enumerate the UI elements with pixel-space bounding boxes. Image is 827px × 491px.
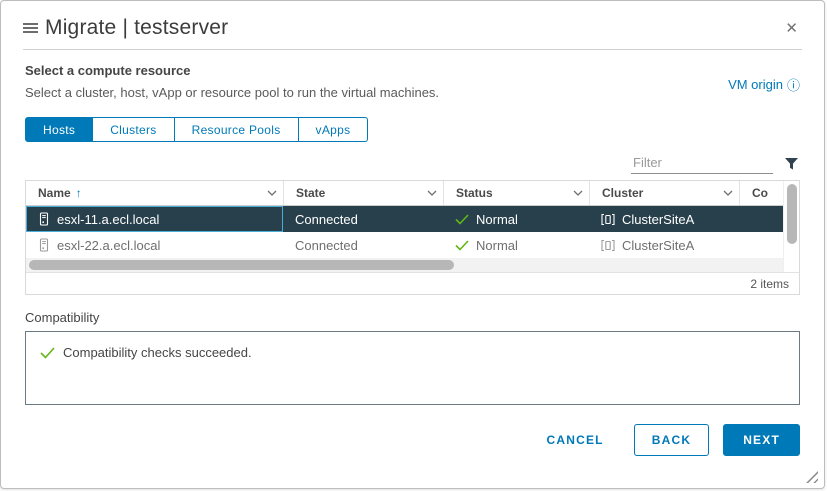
- next-button[interactable]: NEXT: [723, 424, 800, 456]
- tab-hosts[interactable]: Hosts: [25, 117, 94, 142]
- horizontal-scrollbar-thumb[interactable]: [29, 260, 454, 270]
- cluster-cell: ClusterSiteA: [589, 206, 739, 232]
- intro-section: Select a compute resource Select a clust…: [25, 63, 800, 100]
- host-icon: [39, 212, 49, 226]
- compatibility-label: Compatibility: [25, 310, 100, 325]
- chevron-down-icon[interactable]: [267, 190, 277, 196]
- dialog-title: Migrate | testserver: [45, 16, 229, 39]
- chevron-down-icon[interactable]: [427, 190, 437, 196]
- vm-origin-label: VM origin: [728, 77, 783, 92]
- cluster-icon: [601, 213, 615, 225]
- item-count: 2 items: [750, 276, 789, 291]
- filter-input[interactable]: [631, 153, 773, 174]
- consumed-cell: [739, 206, 783, 232]
- cancel-button[interactable]: CANCEL: [535, 424, 616, 456]
- column-header-consumed[interactable]: Co: [739, 181, 783, 205]
- host-icon: [39, 238, 49, 252]
- status-cell: Normal: [443, 206, 589, 232]
- sort-ascending-icon: ↑: [75, 186, 82, 200]
- migrate-dialog: Migrate | testserver ✕ Select a compute …: [0, 0, 825, 489]
- cluster-cell: ClusterSiteA: [589, 232, 739, 258]
- column-header-cluster[interactable]: Cluster: [589, 181, 739, 205]
- resource-type-tabs: Hosts Clusters Resource Pools vApps: [25, 117, 369, 142]
- column-header-status[interactable]: Status: [443, 181, 589, 205]
- check-icon: [455, 213, 469, 225]
- tab-clusters[interactable]: Clusters: [93, 117, 175, 142]
- check-icon: [455, 239, 469, 251]
- hosts-table: Name ↑ State Status Cluster Co esxl-11.a…: [25, 180, 800, 295]
- cluster-icon: [601, 239, 615, 251]
- table-row[interactable]: esxl-11.a.ecl.local Connected Normal Clu…: [26, 206, 784, 232]
- compatibility-message: Compatibility checks succeeded.: [63, 345, 252, 360]
- table-header-row: Name ↑ State Status Cluster Co: [26, 181, 784, 206]
- close-icon[interactable]: ✕: [781, 17, 802, 39]
- vm-origin-link[interactable]: VM origin ⓘ: [728, 75, 800, 94]
- check-icon: [40, 346, 55, 359]
- consumed-cell: [739, 232, 783, 258]
- step-description: Select a cluster, host, vApp or resource…: [25, 85, 440, 100]
- host-name-cell[interactable]: esxl-11.a.ecl.local: [26, 206, 283, 232]
- chevron-down-icon[interactable]: [723, 190, 733, 196]
- host-name: esxl-22.a.ecl.local: [57, 237, 161, 253]
- resize-handle-icon[interactable]: [806, 471, 818, 483]
- tab-resource-pools[interactable]: Resource Pools: [174, 117, 299, 142]
- compatibility-section: Compatibility Compatibility checks succe…: [25, 310, 800, 405]
- step-title: Select a compute resource: [25, 63, 191, 78]
- column-header-name[interactable]: Name ↑: [26, 181, 283, 205]
- vertical-scrollbar[interactable]: [783, 181, 799, 272]
- filter-row: [25, 153, 800, 174]
- state-cell: Connected: [295, 211, 358, 227]
- host-name-cell[interactable]: esxl-22.a.ecl.local: [26, 232, 283, 258]
- dialog-header: Migrate | testserver ✕: [23, 1, 802, 50]
- info-icon: ⓘ: [786, 78, 800, 93]
- table-row[interactable]: esxl-22.a.ecl.local Connected Normal Clu…: [26, 232, 784, 258]
- status-cell: Normal: [443, 232, 589, 258]
- state-cell: Connected: [295, 237, 358, 253]
- back-button[interactable]: BACK: [633, 424, 710, 456]
- menu-icon[interactable]: [23, 21, 38, 36]
- column-header-state[interactable]: State: [283, 181, 443, 205]
- horizontal-scrollbar[interactable]: [26, 258, 784, 272]
- filter-funnel-icon[interactable]: [785, 157, 798, 170]
- dialog-body: Select a compute resource Select a clust…: [1, 63, 824, 456]
- table-footer: 2 items: [26, 272, 799, 294]
- tab-vapps[interactable]: vApps: [298, 117, 369, 142]
- vertical-scrollbar-thumb[interactable]: [787, 184, 798, 244]
- dialog-actions: CANCEL BACK NEXT: [25, 424, 800, 456]
- host-name: esxl-11.a.ecl.local: [57, 211, 160, 227]
- compatibility-box: Compatibility checks succeeded.: [25, 331, 800, 405]
- chevron-down-icon[interactable]: [573, 190, 583, 196]
